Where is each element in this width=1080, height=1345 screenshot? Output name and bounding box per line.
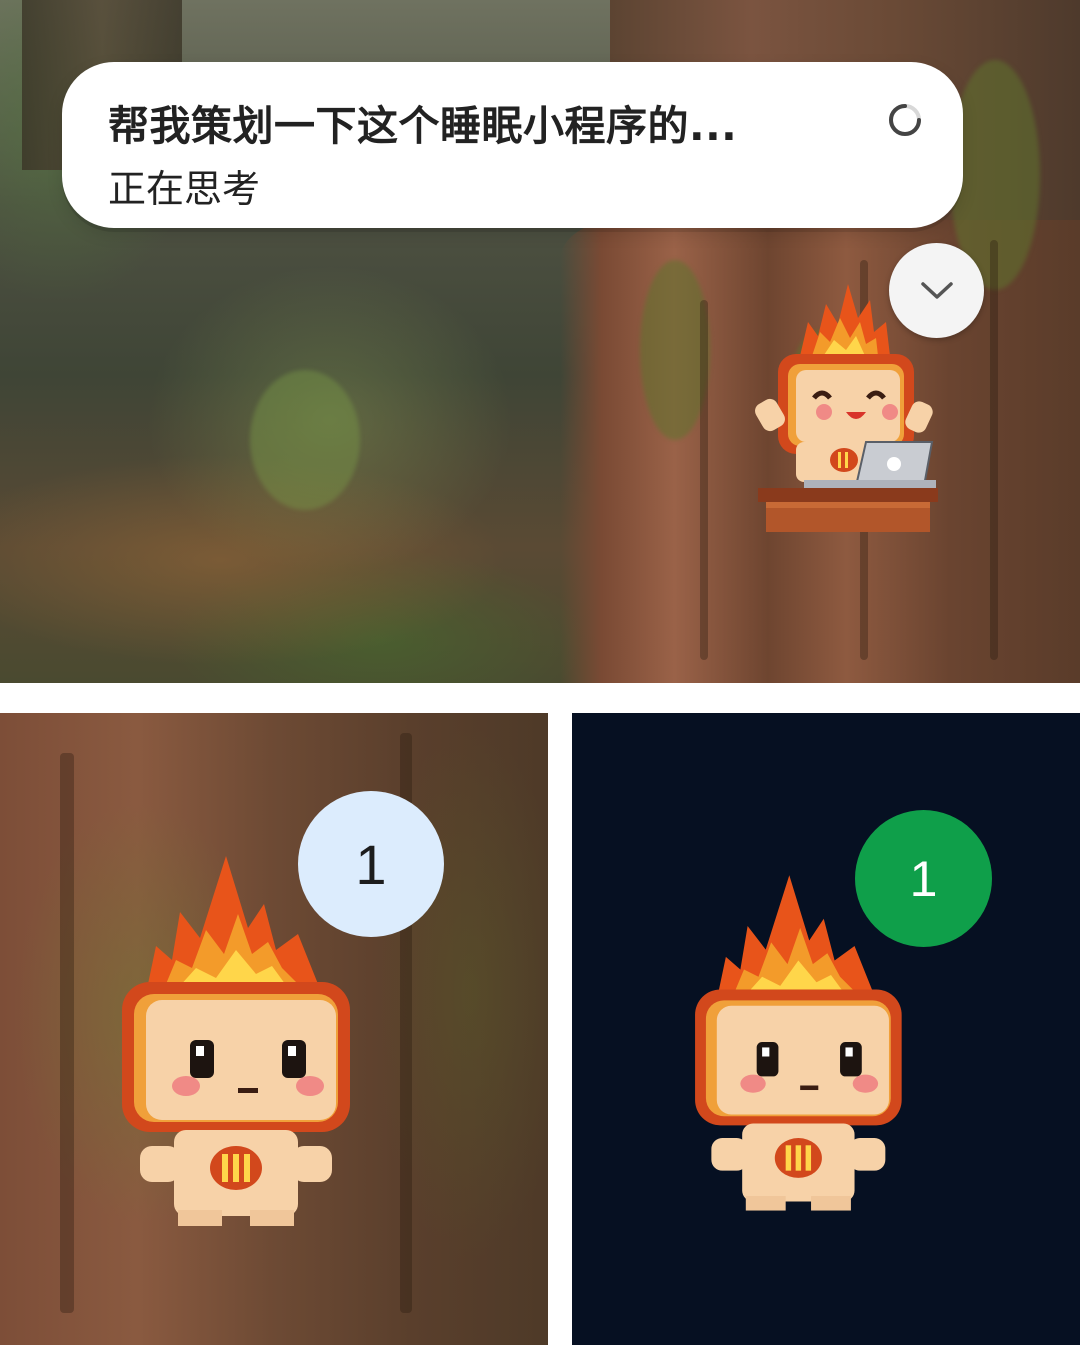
chat-status: 正在思考 xyxy=(108,167,261,211)
bark-texture xyxy=(60,753,74,1313)
bark-texture xyxy=(700,300,708,660)
moss-patch xyxy=(250,370,360,510)
bark-texture xyxy=(990,240,998,660)
flame-icon xyxy=(148,856,318,988)
flame-mascot-icon xyxy=(122,856,350,1226)
chat-title: 帮我策划一下这个睡眠小程序的... xyxy=(108,102,738,150)
badge-count: 1 xyxy=(909,850,938,907)
badge-count: 1 xyxy=(355,832,387,896)
flame-mascot-icon xyxy=(695,875,902,1211)
flame-icon xyxy=(800,284,890,358)
flame-mascot-icon xyxy=(755,284,938,532)
flame-icon xyxy=(718,875,873,995)
loading-spinner-icon xyxy=(889,104,921,136)
